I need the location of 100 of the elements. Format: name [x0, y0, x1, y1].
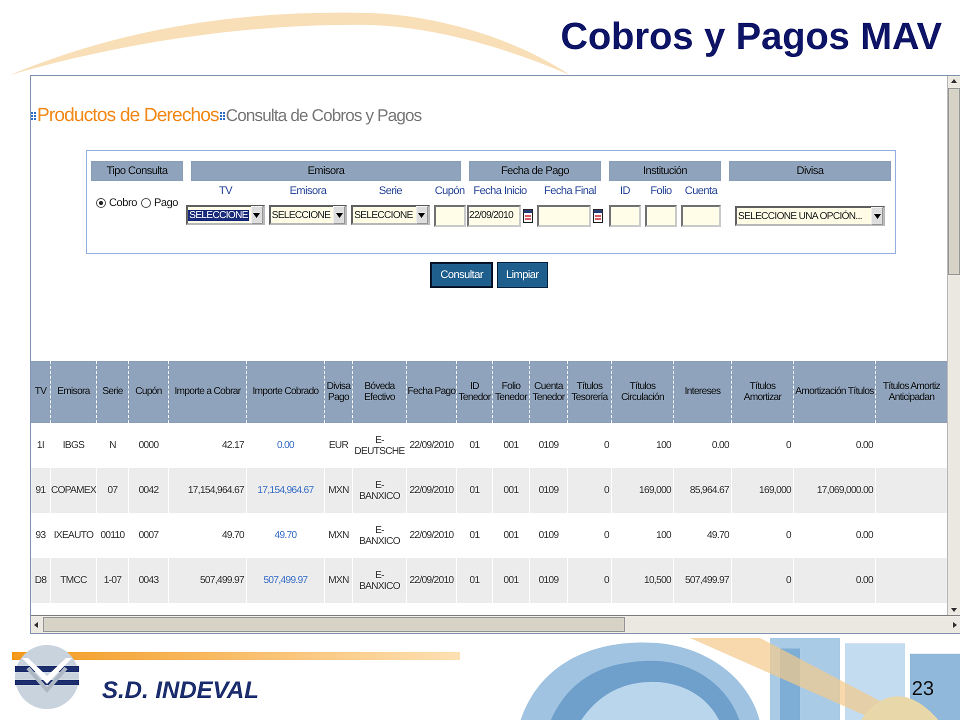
table-cell: 507,499.97 — [200, 575, 244, 586]
table-cell: 0109 — [538, 530, 558, 541]
field-label: Fecha Final — [544, 185, 596, 199]
column-header: Títulos Amortiz Anticipadan — [876, 361, 947, 423]
table-cell: 0007 — [138, 530, 158, 541]
brand-name: S.D. INDEVAL — [102, 677, 259, 705]
table-cell: 0109 — [538, 575, 558, 586]
page-title: Consulta de Cobros y Pagos — [226, 106, 422, 126]
table-cell: 100 — [656, 530, 671, 541]
slide-title: Cobros y Pagos MAV — [560, 16, 942, 59]
column-header: Fecha Pago — [407, 361, 457, 423]
table-cell: E-DEUTSCHE — [354, 434, 405, 456]
field-label: Fecha Inicio — [473, 185, 527, 199]
table-cell: D8 — [34, 575, 46, 586]
page-number: 23 — [912, 678, 934, 701]
vertical-scrollbar[interactable] — [947, 76, 960, 615]
calendar-icon[interactable] — [593, 209, 603, 223]
text-field[interactable] — [681, 205, 721, 227]
table-cell: 169,000 — [639, 485, 671, 496]
table-cell: MXN — [328, 485, 349, 496]
field-label: TV — [219, 185, 232, 199]
table-cell: 49.70 — [706, 530, 729, 541]
table-cell: 0 — [604, 530, 609, 541]
radio-button[interactable] — [96, 198, 106, 208]
dropdown[interactable]: SELECCIONE — [186, 205, 265, 225]
calendar-icon[interactable] — [523, 209, 533, 223]
group-header: Tipo Consulta — [91, 161, 183, 181]
horizontal-scrollbar[interactable] — [31, 615, 960, 633]
table-cell: 0.00 — [856, 575, 873, 586]
table-cell: 22/09/2010 — [409, 575, 454, 586]
dots-icon — [220, 112, 225, 120]
table-cell: 0.00 — [712, 440, 729, 451]
table-cell: 0000 — [138, 440, 158, 451]
text-field[interactable] — [434, 205, 466, 227]
column-header: Bóveda Efectivo — [353, 361, 407, 423]
text-field[interactable] — [609, 205, 641, 227]
table-cell: 93 — [36, 530, 46, 541]
group-header: Emisora — [191, 161, 461, 181]
text-field[interactable] — [645, 205, 677, 227]
table-cell: IXEAUTO — [54, 530, 94, 541]
action-button[interactable]: Limpiar — [497, 262, 548, 288]
column-header: Cupón — [129, 361, 169, 423]
table-cell: 22/09/2010 — [409, 485, 454, 496]
date-field[interactable]: 22/09/2010 — [467, 205, 521, 227]
amount-link[interactable]: 17,154,964.67 — [257, 485, 314, 496]
date-field[interactable] — [537, 205, 591, 227]
table-cell: 001 — [504, 440, 518, 451]
table-cell: 169,000 — [759, 485, 791, 496]
column-header: Títulos Tesorería — [568, 361, 612, 423]
table-cell: 17,154,964.67 — [188, 485, 244, 496]
table-cell: 001 — [504, 485, 518, 496]
amount-link[interactable]: 0.00 — [276, 440, 294, 451]
dropdown[interactable]: SELECCIONE — [351, 205, 430, 225]
table-cell: MXN — [328, 530, 349, 541]
dropdown[interactable]: SELECCIONE UNA OPCIÓN... — [735, 206, 885, 226]
column-header: Intereses — [674, 361, 732, 423]
table-cell: 0 — [786, 575, 791, 586]
radio-option[interactable]: Cobro — [96, 197, 137, 209]
radio-option[interactable]: Pago — [140, 197, 178, 209]
column-header: Folio Tenedor — [493, 361, 530, 423]
group-header: Fecha de Pago — [469, 161, 601, 181]
table-cell: N — [109, 440, 116, 451]
table-cell: 0042 — [138, 485, 158, 496]
column-header: Emisora — [51, 361, 97, 423]
table-cell: TMCC — [60, 575, 87, 586]
table-cell: 001 — [504, 575, 518, 586]
table-cell: 0 — [604, 440, 609, 451]
amount-link[interactable]: 507,499.97 — [263, 575, 308, 586]
column-header: Amortización Títulos — [794, 361, 876, 423]
column-header: TV — [31, 361, 51, 423]
table-cell: 22/09/2010 — [409, 440, 454, 451]
field-label: Cupón — [434, 185, 465, 199]
table-cell: 100 — [656, 440, 671, 451]
field-label: Cuenta — [684, 185, 718, 199]
table-cell: 0109 — [538, 485, 558, 496]
table-cell-text: E-BANXICO — [358, 524, 401, 546]
field-label: Folio — [650, 185, 672, 199]
column-header: Títulos Circulación — [612, 361, 674, 423]
table-cell: 0 — [786, 440, 791, 451]
action-button[interactable]: Consultar — [430, 262, 493, 288]
column-header: Títulos Amortizar — [732, 361, 794, 423]
table-cell: 1-07 — [104, 575, 122, 586]
table-cell: 0043 — [138, 575, 158, 586]
table-cell: COPAMEX — [50, 485, 96, 496]
column-header: Importe Cobrado — [247, 361, 325, 423]
amount-link[interactable]: 49.70 — [274, 530, 297, 541]
radio-button[interactable] — [140, 198, 151, 208]
dots-icon — [31, 112, 36, 120]
table-cell: 07 — [108, 485, 118, 496]
column-header: Divisa Pago — [325, 361, 353, 423]
table-cell: 49.70 — [222, 530, 244, 541]
section-title: Productos de Derechos — [37, 105, 219, 127]
field-label: Serie — [378, 185, 402, 199]
table-cell: 01 — [470, 485, 480, 496]
table-cell: EUR — [328, 440, 348, 451]
dropdown[interactable]: SELECCIONE — [268, 205, 348, 225]
group-header: Institución — [609, 161, 721, 181]
column-header: Importe a Cobrar — [169, 361, 247, 423]
table-cell: 0 — [786, 530, 791, 541]
column-header: Serie — [97, 361, 129, 423]
